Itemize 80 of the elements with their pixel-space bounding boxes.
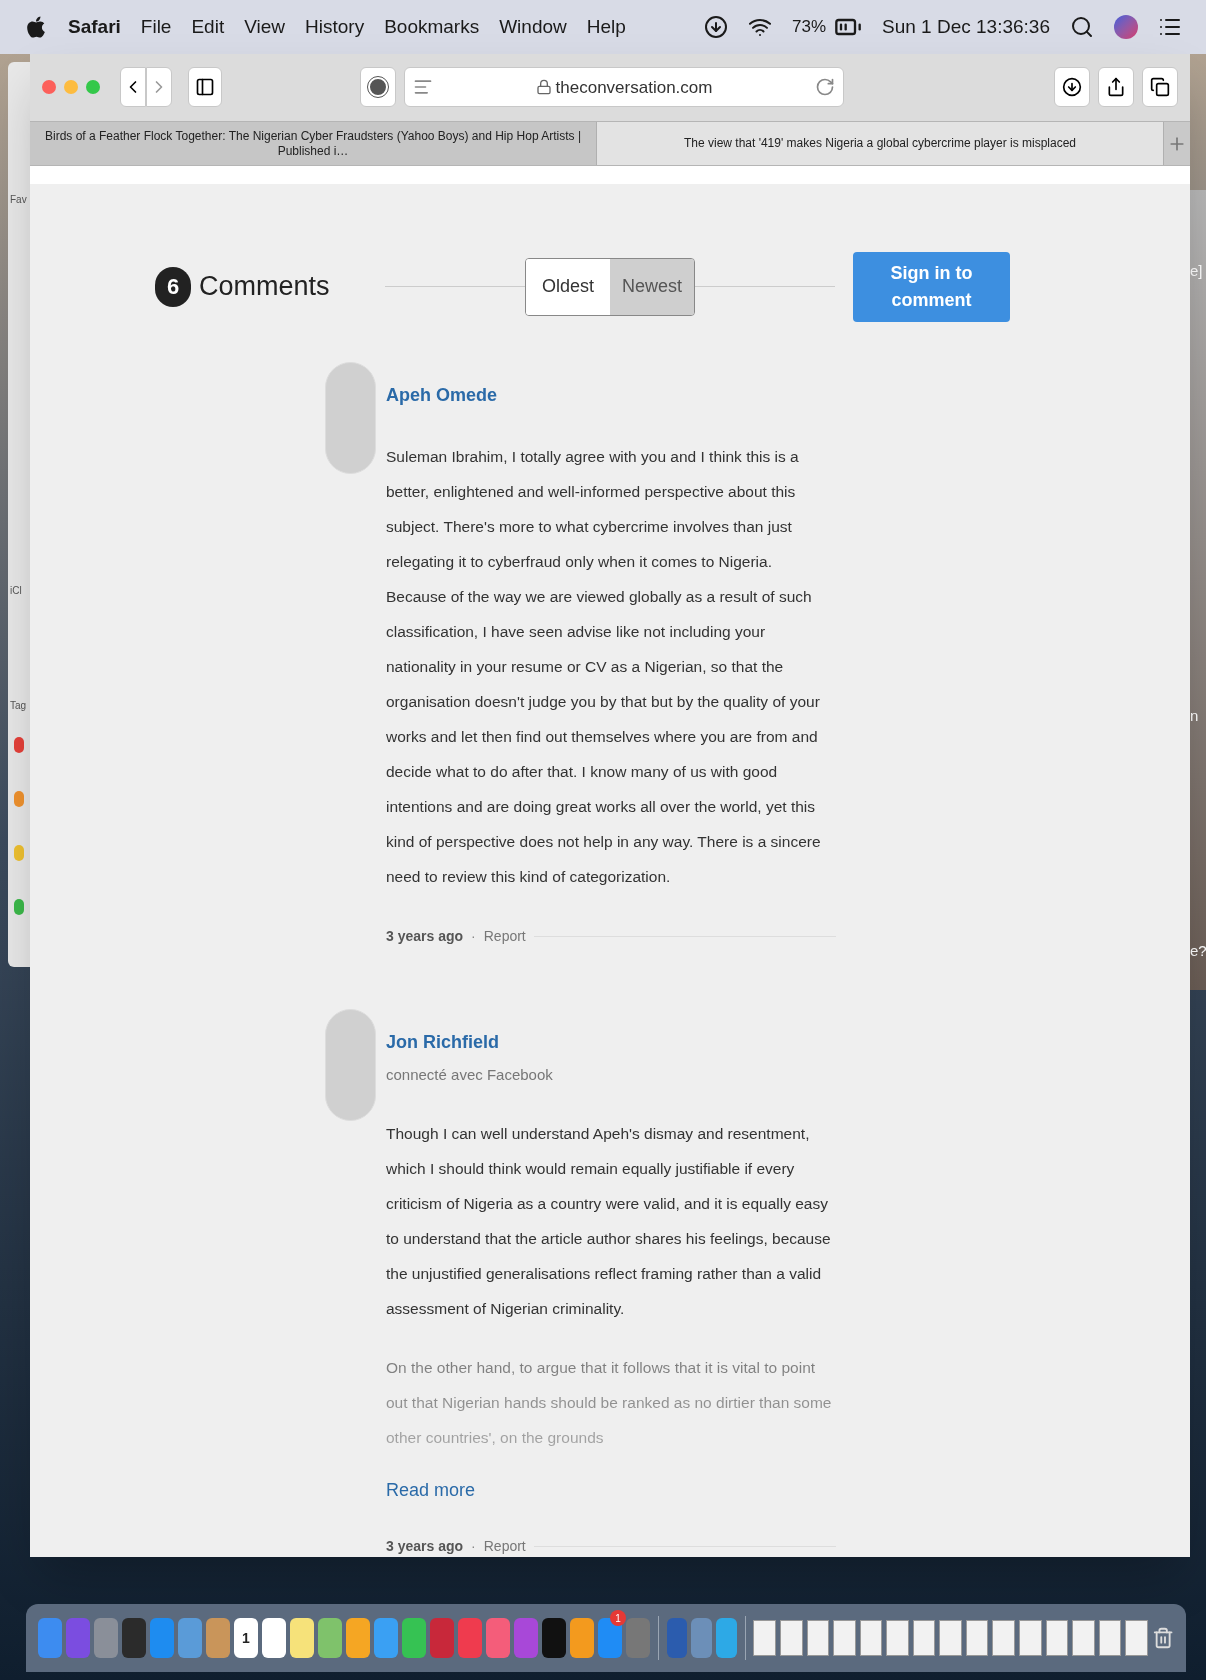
search-icon[interactable] bbox=[1070, 15, 1094, 39]
app-icon[interactable] bbox=[542, 1618, 566, 1658]
menu-item[interactable]: History bbox=[305, 12, 365, 42]
comment-time: 3 years ago bbox=[386, 1537, 464, 1556]
comment-time: 3 years ago bbox=[386, 926, 464, 946]
app-icon[interactable] bbox=[262, 1618, 286, 1658]
author-subtitle: connecté avec Facebook bbox=[386, 1064, 554, 1085]
sidebar-heading: iCl bbox=[10, 585, 22, 596]
window-thumbnail[interactable] bbox=[965, 1620, 989, 1656]
window-thumbnail[interactable] bbox=[806, 1620, 830, 1656]
window-thumbnail[interactable] bbox=[753, 1620, 776, 1656]
menu-item[interactable]: File bbox=[140, 12, 172, 42]
reload-icon[interactable] bbox=[815, 77, 835, 98]
sort-option[interactable]: Newest bbox=[610, 258, 694, 315]
lock-icon bbox=[535, 79, 552, 96]
report-link[interactable]: Report bbox=[483, 1536, 526, 1557]
notification-badge: 1 bbox=[610, 1610, 626, 1626]
author-name[interactable]: Apeh Omede bbox=[386, 381, 836, 409]
tabs-button[interactable] bbox=[1142, 67, 1178, 108]
menu-item[interactable]: Bookmarks bbox=[384, 12, 480, 42]
app-icon[interactable] bbox=[290, 1618, 314, 1658]
sidebar-icon bbox=[195, 77, 215, 98]
window-thumbnail[interactable] bbox=[1098, 1620, 1122, 1656]
window-thumbnail[interactable] bbox=[779, 1620, 803, 1656]
report-link[interactable]: Report bbox=[483, 925, 526, 947]
battery-percent: 73% bbox=[792, 16, 827, 39]
address-bar[interactable]: theconversation.com bbox=[404, 67, 844, 108]
close-light[interactable] bbox=[42, 80, 56, 95]
status-icon[interactable] bbox=[704, 15, 728, 39]
window-thumbnail[interactable] bbox=[1125, 1620, 1148, 1656]
window-thumbnail[interactable] bbox=[886, 1620, 909, 1656]
siri-icon[interactable] bbox=[1114, 15, 1138, 39]
separator-dot: · bbox=[471, 926, 476, 946]
download-button[interactable] bbox=[1054, 67, 1090, 108]
share-button[interactable] bbox=[1098, 67, 1134, 108]
text-fragment: n bbox=[1190, 706, 1199, 726]
read-more-link[interactable]: Read more bbox=[386, 1477, 836, 1504]
text-fragment: e? bbox=[1190, 941, 1206, 961]
window-thumbnail[interactable] bbox=[992, 1620, 1016, 1656]
sidebar-heading: Tag bbox=[10, 700, 27, 711]
back-button[interactable] bbox=[120, 67, 146, 108]
apple-icon[interactable] bbox=[24, 15, 48, 39]
menu-item[interactable]: View bbox=[244, 12, 286, 42]
download-icon bbox=[1062, 77, 1082, 98]
window-thumbnail[interactable] bbox=[859, 1620, 883, 1656]
extension-button[interactable] bbox=[360, 67, 396, 108]
menu-item[interactable]: Help bbox=[586, 12, 626, 42]
tabs-icon bbox=[1150, 77, 1170, 98]
window-thumbnail[interactable] bbox=[1072, 1620, 1095, 1656]
window-thumbnail[interactable] bbox=[1045, 1620, 1069, 1656]
forward-button[interactable] bbox=[146, 67, 172, 108]
app-icon[interactable] bbox=[346, 1618, 370, 1658]
zoom-light[interactable] bbox=[86, 80, 100, 95]
menu-item[interactable]: Window bbox=[499, 12, 567, 42]
window-thumbnail[interactable] bbox=[1019, 1620, 1042, 1656]
app-icon[interactable] bbox=[716, 1618, 737, 1658]
address-text: theconversation.com bbox=[555, 76, 713, 99]
sidebar-heading: Fav bbox=[10, 193, 27, 207]
menu-clock[interactable]: Sun 1 Dec 13:36:36 bbox=[882, 12, 1050, 42]
menu-item[interactable]: Safari bbox=[68, 12, 121, 42]
sort-option[interactable]: Oldest bbox=[526, 258, 610, 315]
comment-count-badge: 6 bbox=[155, 266, 191, 307]
app-icon[interactable] bbox=[318, 1618, 342, 1658]
comments-title: Comments bbox=[199, 270, 330, 304]
author-name[interactable]: Jon Richfield bbox=[386, 1028, 836, 1056]
comment-text: Though I can well understand Apeh's dismay and resentment, which I should think would remain equally justifiable if every criticism of Nigeria as a country were valid, and it is equally easy to understand that the article author shares his feelings, because the unjustified generalisations reflect framing rather than a valid assessment of Nigerian criminality. bbox=[386, 1124, 832, 1319]
app-icon[interactable] bbox=[122, 1618, 146, 1658]
app-icon[interactable]: 1 bbox=[234, 1618, 258, 1658]
menu-item[interactable]: Edit bbox=[191, 12, 225, 42]
window-thumbnail[interactable] bbox=[912, 1620, 936, 1656]
share-icon bbox=[1106, 77, 1126, 98]
separator-dot: · bbox=[471, 1537, 476, 1556]
sidebar-button[interactable] bbox=[188, 67, 222, 108]
text-fragment: e] bbox=[1190, 261, 1203, 281]
window-thumbnail[interactable] bbox=[939, 1620, 962, 1656]
browser-tab[interactable]: The view that '419' makes Nigeria a global cybercrime player is misplaced bbox=[597, 121, 1164, 166]
app-icon[interactable] bbox=[570, 1618, 594, 1658]
window-thumbnail[interactable] bbox=[833, 1620, 856, 1656]
comment-text: Suleman Ibrahim, I totally agree with you and I think this is a better, enlightened and well-informed perspective about this subject. There's more to what cybercrime involves than just relegating it to cyberfraud only when it comes to Nigeria. Because of the way we are viewed globally as a result of such classification, I have seen advise like not including your nationality in your resume or CV as a Nigerian, so that the organisation doesn't judge you by that but by the quality of your works and let then find out themselves where you are from and decide what to do after that. I know many of us with good intentions and are doing great works all over the world, yet this kind of perspective does not help in any way. There is a sincere need to review this kind of categorization. bbox=[386, 446, 822, 887]
app-icon[interactable] bbox=[402, 1618, 426, 1658]
